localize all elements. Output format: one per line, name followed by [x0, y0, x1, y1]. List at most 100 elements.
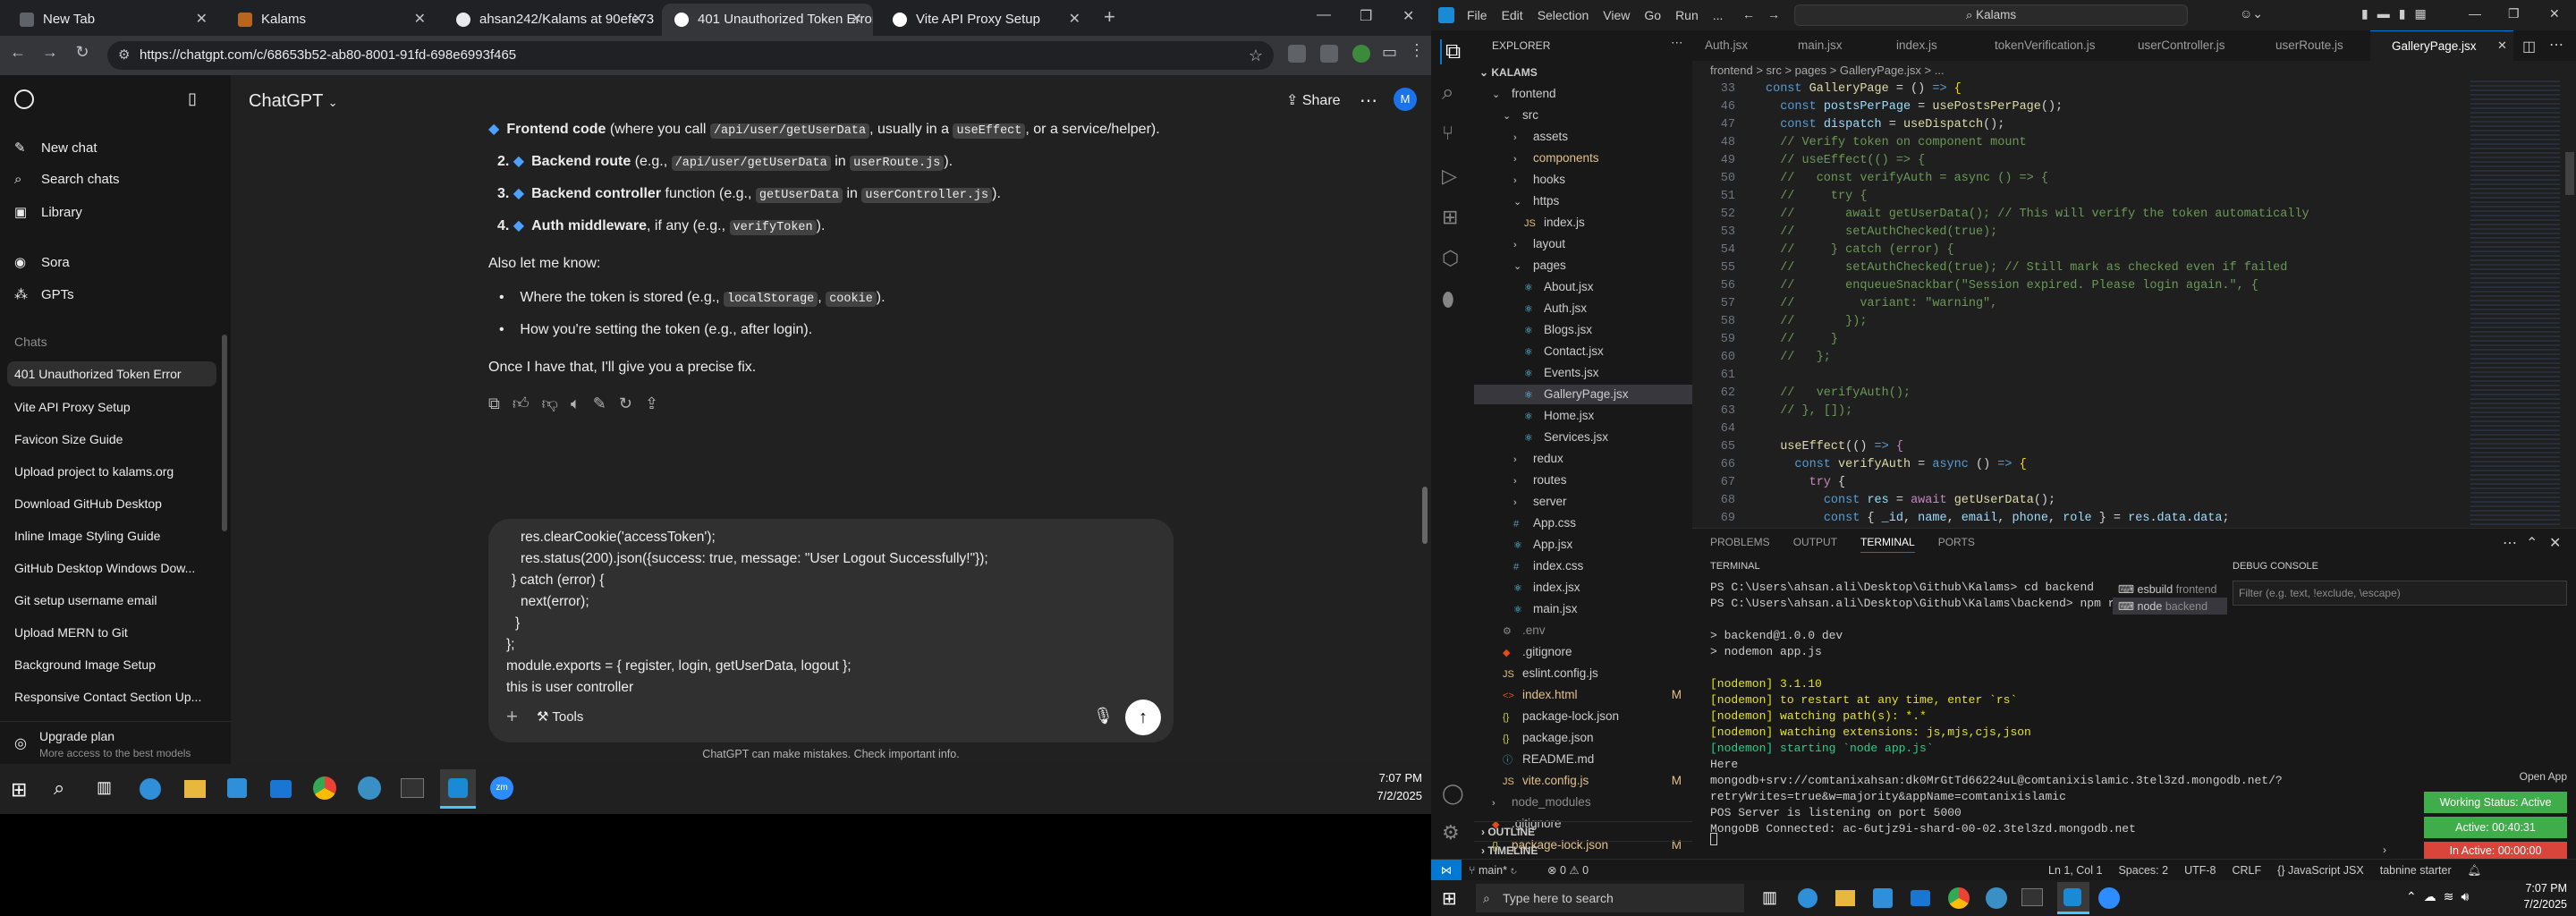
account-icon[interactable]: ◯	[1442, 782, 1464, 805]
encoding[interactable]: UTF-8	[2184, 864, 2216, 877]
problems-count[interactable]: ⊗ 0 ⚠ 0	[1547, 860, 1589, 881]
split-editor-icon[interactable]: ◫	[2522, 38, 2536, 55]
tree-item[interactable]: ⌄ frontend	[1474, 84, 1692, 104]
close-tab-icon[interactable]: ✕	[414, 4, 426, 36]
close-tab-icon[interactable]: ✕	[632, 4, 644, 36]
tree-item[interactable]: JS vite.config.js M	[1474, 771, 1692, 791]
windows-start-icon[interactable]: ⊞	[1442, 887, 1457, 910]
model-selector[interactable]: ChatGPT ⌄	[249, 91, 337, 112]
editor-tab-active[interactable]: GalleryPage.jsx	[2370, 30, 2513, 61]
chat-item[interactable]: Upload project to kalams.org	[14, 464, 218, 479]
source-control-icon[interactable]: ⑂	[1442, 122, 1453, 145]
store-icon[interactable]	[1873, 888, 1893, 908]
browser-tab[interactable]: ahsan242/Kalams at 90efe73bf ✕	[444, 4, 655, 36]
indentation[interactable]: Spaces: 2	[2118, 864, 2168, 877]
customize-layout-icon[interactable]: ▦	[2414, 6, 2435, 21]
nav-forward-icon[interactable]: →	[1767, 7, 1780, 21]
run-debug-icon[interactable]: ▷	[1442, 165, 1457, 188]
chat-scrollbar[interactable]	[1422, 487, 1428, 544]
close-tab-icon[interactable]: ✕	[196, 4, 208, 36]
tree-item[interactable]: › layout	[1474, 234, 1692, 254]
search-icon[interactable]: ⌕	[54, 776, 64, 800]
tree-item[interactable]: › node_modules	[1474, 793, 1692, 812]
reload-icon[interactable]: ↻	[70, 43, 95, 62]
tree-item[interactable]: ⌄ src	[1474, 106, 1692, 125]
browser-tab-active[interactable]: 401 Unauthorized Token Error ✕	[662, 4, 873, 36]
chat-item[interactable]: GitHub Desktop Windows Dow...	[14, 561, 218, 575]
mongodb-icon[interactable]: ⬮	[1442, 288, 1454, 311]
chat-item[interactable]: Responsive Contact Section Up...	[14, 690, 218, 704]
volume-icon[interactable]: 🔊︎	[2461, 889, 2476, 903]
tab-output[interactable]: OUTPUT	[1793, 536, 1837, 548]
gpts-button[interactable]: ⁂ GPTs	[14, 286, 216, 302]
tree-item[interactable]: # index.css	[1474, 556, 1692, 576]
menu-view[interactable]: View	[1603, 8, 1630, 22]
tree-item[interactable]: › hooks	[1474, 170, 1692, 190]
terminal-icon[interactable]	[401, 778, 424, 798]
search-icon[interactable]: ⌕	[1442, 81, 1453, 106]
close-tab-icon[interactable]: ✕	[2497, 38, 2507, 53]
menu-edit[interactable]: Edit	[1502, 8, 1523, 22]
vscode-taskbar-button[interactable]	[2057, 882, 2089, 914]
sidebar-toggle-icon[interactable]: ▭	[1382, 43, 1397, 62]
tools-button[interactable]: ⚒ Tools	[537, 708, 583, 725]
openai-logo-icon[interactable]	[14, 89, 34, 109]
tree-item[interactable]: ⚛ index.jsx	[1474, 578, 1692, 598]
tree-item[interactable]: ⚛ Contact.jsx	[1474, 342, 1692, 361]
zoom-icon[interactable]: zm	[490, 776, 513, 800]
tree-item[interactable]: {} package-lock.json	[1474, 707, 1692, 726]
browser-tab[interactable]: Kalams ✕	[225, 4, 436, 36]
notifications-bell-icon[interactable]: 🔔︎	[2468, 864, 2482, 877]
file-explorer-icon[interactable]	[1835, 890, 1855, 906]
thumbs-up-icon[interactable]: 👍︎	[513, 394, 542, 412]
chat-item[interactable]: Background Image Setup	[14, 657, 218, 672]
close-panel-icon[interactable]: ✕	[2549, 534, 2561, 552]
tree-item[interactable]: ⚛ Home.jsx	[1474, 406, 1692, 426]
close-tab-icon[interactable]: ✕	[1069, 4, 1080, 36]
forward-arrow-icon[interactable]: →	[38, 43, 63, 62]
extensions-icon[interactable]: ⊞	[1442, 206, 1458, 229]
chat-item[interactable]: Download GitHub Desktop	[14, 496, 218, 511]
search-chats-button[interactable]: ⌕ Search chats	[14, 172, 216, 187]
nav-back-icon[interactable]: ←	[1742, 7, 1755, 21]
tree-item[interactable]: ◆ .gitignore	[1474, 642, 1692, 662]
debug-filter-input[interactable]: Filter (e.g. text, !exclude, \escape)	[2233, 581, 2567, 606]
new-chat-button[interactable]: ✎ New chat	[14, 140, 216, 156]
copy-icon[interactable]: ⧉	[488, 394, 513, 412]
editor-tab[interactable]: tokenVerification.js	[1973, 30, 2116, 61]
terminal-item-active[interactable]: ⌨ node backend	[2113, 598, 2227, 615]
edge-icon[interactable]	[140, 778, 161, 800]
close-window-icon[interactable]: ✕	[1402, 7, 1414, 25]
plus-icon[interactable]: +	[506, 705, 518, 728]
tree-item[interactable]: › components	[1474, 148, 1692, 168]
chat-item[interactable]: Inline Image Styling Guide	[14, 529, 218, 543]
editor-scrollbar[interactable]	[2565, 152, 2574, 195]
upgrade-plan-button[interactable]: ◎ Upgrade plan More access to the best m…	[0, 721, 231, 764]
code-editor[interactable]: 33 const GalleryPage = () => {46 const po…	[1692, 81, 2576, 543]
editor-tab[interactable]: userRoute.js	[2254, 30, 2370, 61]
close-window-icon[interactable]: ✕	[2549, 6, 2560, 21]
taskbar-date[interactable]: 7/2/2025	[2504, 898, 2567, 911]
tree-item[interactable]: ⚛ GalleryPage.jsx	[1474, 385, 1692, 404]
workspace-root[interactable]: ⌄ KALAMS	[1479, 66, 1538, 79]
address-bar[interactable]: ⚙ https://chatgpt.com/c/68653b52-ab80-80…	[107, 41, 1274, 70]
zoom-icon[interactable]	[2098, 887, 2120, 909]
tree-item[interactable]: ⚛ Blogs.jsx	[1474, 320, 1692, 340]
taskbar-date[interactable]: 7/2/2025	[1368, 789, 1422, 802]
remote-explorer-icon[interactable]: ⬡	[1442, 247, 1459, 270]
user-avatar[interactable]: M	[1394, 88, 1417, 111]
microphone-icon[interactable]: 🎙︎	[1093, 707, 1114, 725]
tree-item[interactable]: ⚛ App.jsx	[1474, 535, 1692, 555]
tree-item[interactable]: ⌄ https	[1474, 191, 1692, 211]
tree-item[interactable]: ⚛ Auth.jsx	[1474, 299, 1692, 318]
tree-item[interactable]: ⚙ .env	[1474, 621, 1692, 640]
maximize-icon[interactable]: ❐	[2508, 6, 2520, 21]
edit-icon[interactable]: ✎	[593, 394, 619, 412]
chat-item-selected[interactable]: 401 Unauthorized Token Error	[7, 361, 216, 386]
regenerate-icon[interactable]: ↻	[619, 394, 645, 412]
tree-item[interactable]: ⚛ main.jsx	[1474, 599, 1692, 619]
wifi-icon[interactable]: ≋	[2444, 889, 2462, 903]
browser-tab[interactable]: Vite API Proxy Setup ✕	[880, 4, 1091, 36]
toggle-sidebar-icon[interactable]: ▮	[2361, 6, 2377, 21]
tree-item[interactable]: › routes	[1474, 471, 1692, 490]
